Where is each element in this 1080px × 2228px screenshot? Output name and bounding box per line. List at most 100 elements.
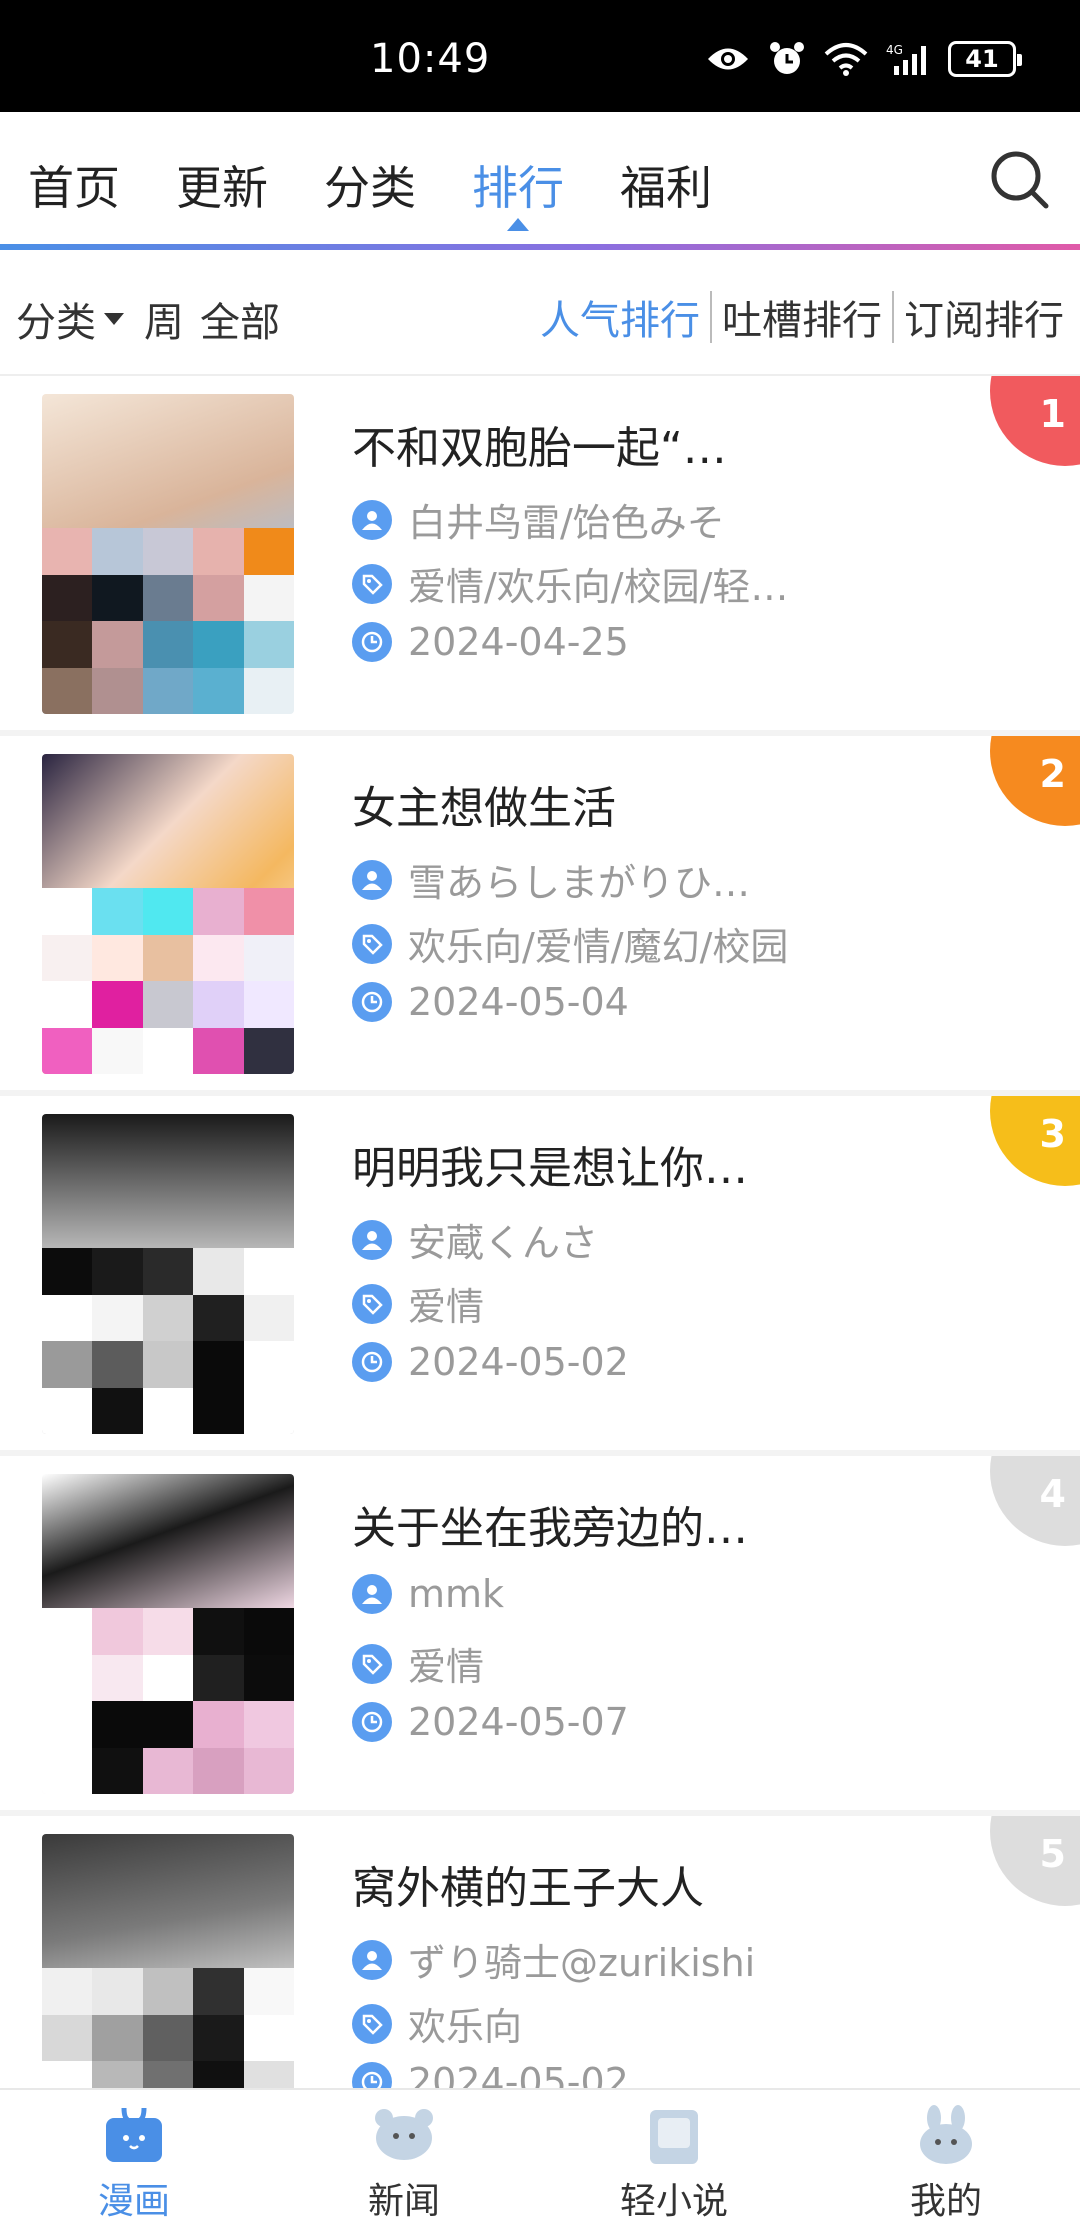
profile-bunny-icon	[920, 2105, 972, 2164]
date-text: 2024-05-04	[408, 980, 629, 1024]
wifi-icon	[824, 43, 868, 76]
bottom-tab-manga[interactable]: 漫画	[34, 2104, 234, 2224]
alarm-icon	[770, 42, 804, 74]
bottom-nav: 漫画 新闻 轻小说 我的	[0, 2088, 1080, 2228]
tags-text: 爱情	[408, 1645, 485, 1689]
svg-text:4G: 4G	[886, 43, 903, 57]
category-filter[interactable]: 分类	[16, 290, 96, 348]
user-icon	[352, 499, 392, 540]
status-icons: 4G 41	[706, 40, 1022, 78]
eye-icon	[708, 48, 748, 70]
item-author: 雪あらしまがりひ…	[352, 852, 750, 907]
rank-number: 3	[1039, 1112, 1066, 1156]
cover-image[interactable]	[42, 394, 294, 714]
rank-badge	[990, 1096, 1080, 1186]
tags-text: 爱情/欢乐向/校园/轻…	[408, 565, 789, 609]
bottom-tab-profile[interactable]: 我的	[846, 2104, 1046, 2224]
tags-text: 欢乐向	[408, 2005, 523, 2049]
sort-separator	[892, 291, 894, 343]
item-tags: 爱情	[352, 1636, 484, 1691]
status-bar: 10:49 4G 41	[0, 0, 1080, 112]
item-title[interactable]: 关于坐在我旁边的…	[352, 1492, 748, 1556]
item-title[interactable]: 不和双胞胎一起“…	[352, 412, 727, 476]
bottom-tab-news[interactable]: 新闻	[304, 2104, 504, 2224]
battery-level: 41	[965, 45, 999, 73]
user-icon	[352, 859, 392, 900]
tab-categories[interactable]: 分类	[324, 152, 416, 218]
item-tags: 爱情/欢乐向/校园/轻…	[352, 556, 788, 611]
list-item[interactable]: 不和双胞胎一起“… 白井鸟雷/饴色みそ 爱情/欢乐向/校园/轻… 2024-04…	[0, 376, 1080, 736]
sort-tab-subscriptions[interactable]: 订阅排行	[904, 288, 1064, 346]
signal-icon: 4G	[886, 43, 926, 75]
item-date: 2024-05-07	[352, 1700, 629, 1744]
cover-image[interactable]	[42, 754, 294, 1074]
clock-icon	[352, 1702, 392, 1742]
filter-row: 分类 周 全部 人气排行 吐槽排行 订阅排行	[0, 250, 1080, 376]
item-title[interactable]: 窝外横的王子大人	[352, 1852, 704, 1916]
sort-tab-comments[interactable]: 吐槽排行	[722, 288, 882, 346]
item-title[interactable]: 明明我只是想让你…	[352, 1132, 748, 1196]
rank-badge	[990, 1456, 1080, 1546]
rank-badge	[990, 1816, 1080, 1906]
item-date: 2024-04-25	[352, 620, 629, 664]
tab-updates[interactable]: 更新	[176, 152, 268, 218]
list-item[interactable]: 女主想做生活 雪あらしまがりひ… 欢乐向/爱情/魔幻/校园 2024-05-04…	[0, 736, 1080, 1096]
item-tags: 爱情	[352, 1276, 484, 1331]
cover-image[interactable]	[42, 1474, 294, 1794]
tag-icon	[352, 563, 392, 604]
scope-filter[interactable]: 全部	[200, 290, 280, 348]
tag-icon	[352, 923, 392, 964]
author-text: ずり骑士@zurikishi	[408, 1941, 756, 1985]
item-author: 安蔵くんさ	[352, 1212, 598, 1267]
author-text: 安蔵くんさ	[408, 1221, 599, 1265]
cover-image[interactable]	[42, 1114, 294, 1434]
user-icon	[352, 1574, 392, 1614]
tags-text: 欢乐向/爱情/魔幻/校园	[408, 925, 789, 969]
author-text: 雪あらしまがりひ…	[408, 861, 751, 905]
item-tags: 欢乐向	[352, 1996, 522, 2051]
status-time: 10:49	[370, 36, 491, 82]
sort-tab-popularity[interactable]: 人气排行	[540, 288, 700, 346]
item-author: mmk	[352, 1572, 504, 1616]
list-item[interactable]: 关于坐在我旁边的… mmk 爱情 2024-05-07 4	[0, 1456, 1080, 1816]
item-tags: 欢乐向/爱情/魔幻/校园	[352, 916, 788, 971]
user-icon	[352, 1939, 392, 1980]
bottom-tab-label: 新闻	[367, 2181, 440, 2222]
tab-home[interactable]: 首页	[28, 152, 120, 218]
clock-icon	[352, 622, 392, 662]
bottom-tab-label: 我的	[909, 2181, 982, 2222]
search-icon[interactable]	[988, 148, 1052, 212]
rank-badge	[990, 736, 1080, 826]
date-text: 2024-05-07	[408, 1700, 629, 1744]
rank-number: 2	[1039, 752, 1066, 796]
item-title[interactable]: 女主想做生活	[352, 772, 616, 836]
tags-text: 爱情	[408, 1285, 485, 1329]
item-date: 2024-05-02	[352, 1340, 629, 1384]
ranking-list: 不和双胞胎一起“… 白井鸟雷/饴色みそ 爱情/欢乐向/校园/轻… 2024-04…	[0, 376, 1080, 2176]
chevron-down-icon[interactable]	[104, 313, 124, 325]
date-text: 2024-04-25	[408, 620, 629, 664]
tag-icon	[352, 1283, 392, 1324]
period-filter[interactable]: 周	[144, 290, 184, 348]
sort-separator	[710, 291, 712, 343]
item-author: 白井鸟雷/饴色みそ	[352, 492, 725, 547]
rank-badge	[990, 376, 1080, 466]
tab-benefits[interactable]: 福利	[620, 152, 712, 218]
sort-tabs: 人气排行 吐槽排行 订阅排行	[540, 288, 1064, 346]
top-nav: 首页 更新 分类 排行 福利	[0, 112, 1080, 246]
bottom-tab-light-novel[interactable]: 轻小说	[574, 2104, 774, 2224]
list-item[interactable]: 明明我只是想让你… 安蔵くんさ 爱情 2024-05-02 3	[0, 1096, 1080, 1456]
bottom-tab-label: 漫画	[97, 2181, 170, 2222]
bottom-tab-label: 轻小说	[619, 2181, 728, 2222]
novel-book-icon	[650, 2110, 698, 2164]
rank-number: 1	[1039, 392, 1066, 436]
clock-icon	[352, 1342, 392, 1382]
active-tab-indicator	[507, 218, 529, 231]
user-icon	[352, 1219, 392, 1260]
author-text: mmk	[408, 1572, 505, 1616]
tab-rankings[interactable]: 排行	[472, 152, 564, 218]
date-text: 2024-05-02	[408, 1340, 629, 1384]
rank-number: 4	[1039, 1472, 1066, 1516]
news-mascot-icon	[375, 2109, 433, 2160]
battery-indicator: 41	[948, 41, 1022, 77]
